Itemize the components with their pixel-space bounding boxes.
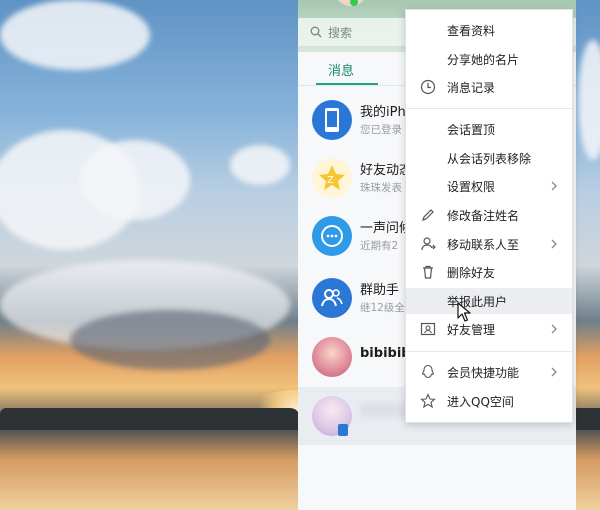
menu-item-pin-chat[interactable]: 会话置顶 (406, 116, 572, 142)
search-placeholder: 搜索 (328, 25, 353, 40)
menu-separator (406, 108, 572, 109)
contact-avatar (312, 337, 352, 377)
menu-item-vip-shortcuts[interactable]: 会员快捷功能 (406, 359, 572, 385)
phone-icon (312, 100, 352, 140)
penguin-icon (421, 364, 435, 379)
menu-label: 设置权限 (447, 180, 496, 194)
menu-item-delete-friend[interactable]: 删除好友 (406, 259, 572, 285)
menu-label: 查看资料 (447, 24, 496, 38)
menu-label: 好友管理 (447, 323, 496, 337)
menu-label: 举报此用户 (447, 295, 508, 309)
chevron-right-icon (551, 324, 557, 334)
chat-preview: 近期有2 (360, 240, 399, 252)
menu-label: 会员快捷功能 (447, 366, 520, 380)
mobile-online-icon (338, 424, 348, 436)
menu-separator (406, 351, 572, 352)
chat-preview: 继12级全 (360, 302, 405, 314)
menu-item-enter-qzone[interactable]: 进入QQ空间 (406, 388, 572, 414)
menu-item-report-user[interactable]: 举报此用户 (406, 288, 572, 314)
menu-label: 移动联系人至 (447, 238, 520, 252)
context-menu: 查看资料 分享她的名片 消息记录 会话置顶 从会话列表移除 设置权限 修改备注姓… (405, 9, 573, 423)
menu-item-remove-from-list[interactable]: 从会话列表移除 (406, 145, 572, 171)
menu-label: 会话置顶 (447, 123, 496, 137)
star-icon (420, 393, 436, 409)
chevron-right-icon (551, 239, 557, 249)
menu-label: 从会话列表移除 (447, 152, 532, 166)
menu-item-view-profile[interactable]: 查看资料 (406, 17, 572, 43)
tab-active-indicator (316, 83, 378, 85)
menu-item-share-card[interactable]: 分享她的名片 (406, 46, 572, 72)
tab-messages[interactable]: 消息 (328, 60, 354, 79)
online-status-dot (350, 0, 358, 6)
menu-item-move-contact[interactable]: 移动联系人至 (406, 231, 572, 257)
menu-label: 分享她的名片 (447, 53, 520, 67)
chat-name: 我的iPh (360, 105, 406, 120)
trash-icon (423, 265, 433, 279)
chat-bubble-icon (312, 216, 352, 256)
chat-name: 群助手 (360, 283, 400, 298)
mouse-cursor-icon (457, 302, 471, 322)
qzone-star-icon: Z (312, 158, 352, 198)
chat-preview: 您已登录 (360, 124, 402, 136)
chat-preview: 珠珠发表 (360, 182, 402, 194)
menu-item-edit-remark[interactable]: 修改备注姓名 (406, 202, 572, 228)
menu-label: 进入QQ空间 (447, 395, 514, 409)
menu-label: 修改备注姓名 (447, 209, 520, 223)
group-icon (312, 278, 352, 318)
menu-item-set-permissions[interactable]: 设置权限 (406, 173, 572, 199)
menu-label: 删除好友 (447, 266, 496, 280)
clock-icon (420, 79, 436, 95)
search-icon (310, 26, 322, 38)
menu-item-friend-management[interactable]: 好友管理 (406, 316, 572, 342)
svg-text:Z: Z (327, 175, 334, 186)
menu-label: 消息记录 (447, 81, 496, 95)
person-move-icon (421, 237, 436, 251)
chevron-right-icon (551, 181, 557, 191)
pencil-icon (422, 209, 434, 221)
chevron-right-icon (551, 367, 557, 377)
menu-item-message-history[interactable]: 消息记录 (406, 74, 572, 100)
contact-card-icon (420, 322, 436, 336)
